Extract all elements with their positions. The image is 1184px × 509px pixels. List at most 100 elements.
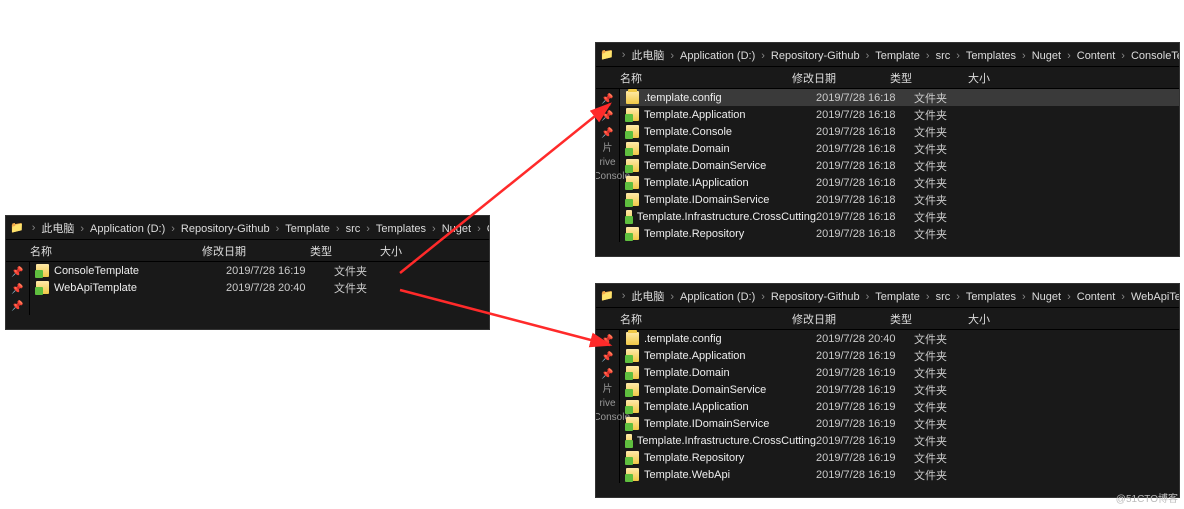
breadcrumb-segment[interactable]: src — [344, 223, 363, 235]
breadcrumb-segment[interactable]: WebApiTemplate — [1129, 291, 1180, 303]
breadcrumb-segment[interactable]: Repository-Github — [769, 291, 862, 303]
table-row[interactable]: Template.Console2019/7/28 16:18文件夹 — [620, 123, 1179, 140]
breadcrumb-segment[interactable]: src — [934, 291, 953, 303]
col-name[interactable]: 名称 — [596, 70, 786, 86]
quick-access-sidebar: 📌📌📌 — [6, 262, 30, 315]
table-row[interactable]: Template.Repository2019/7/28 16:18文件夹 — [620, 225, 1179, 242]
breadcrumb-segment[interactable]: Application (D:) — [88, 223, 167, 235]
breadcrumb-segment[interactable]: Template — [873, 291, 922, 303]
breadcrumb-segment[interactable]: Application (D:) — [678, 291, 757, 303]
col-size[interactable]: 大小 — [962, 70, 1022, 86]
breadcrumb-segment[interactable]: 此电脑 — [629, 291, 666, 303]
folder-shortcut-icon — [626, 210, 632, 223]
breadcrumb-segment[interactable]: Repository-Github — [179, 223, 272, 235]
col-date[interactable]: 修改日期 — [786, 70, 884, 86]
col-type[interactable]: 类型 — [304, 243, 374, 259]
col-type[interactable]: 类型 — [884, 70, 962, 86]
table-row[interactable]: Template.IDomainService2019/7/28 16:19文件… — [620, 415, 1179, 432]
file-list[interactable]: .template.config2019/7/28 20:40文件夹Templa… — [620, 330, 1179, 483]
table-row[interactable]: ConsoleTemplate2019/7/28 16:19文件夹 — [30, 262, 489, 279]
file-type: 文件夹 — [914, 226, 992, 242]
chevron-right-icon: › — [1063, 50, 1075, 62]
file-type: 文件夹 — [914, 382, 992, 398]
breadcrumb-items: 此电脑›Application (D:)›Repository-Github›T… — [629, 47, 1180, 63]
pin-icon: 📌 — [601, 128, 613, 139]
col-date[interactable]: 修改日期 — [196, 243, 304, 259]
file-type: 文件夹 — [914, 467, 992, 483]
table-row[interactable]: WebApiTemplate2019/7/28 20:40文件夹 — [30, 279, 489, 296]
folder-icon: 📁 — [600, 289, 614, 303]
col-date[interactable]: 修改日期 — [786, 311, 884, 327]
table-row[interactable]: .template.config2019/7/28 20:40文件夹 — [620, 330, 1179, 347]
breadcrumb-segment[interactable]: Template — [873, 50, 922, 62]
file-type: 文件夹 — [914, 399, 992, 415]
file-date: 2019/7/28 20:40 — [816, 333, 914, 345]
breadcrumb-segment[interactable]: Application (D:) — [678, 50, 757, 62]
file-date: 2019/7/28 16:19 — [816, 452, 914, 464]
table-row[interactable]: Template.DomainService2019/7/28 16:18文件夹 — [620, 157, 1179, 174]
file-name: Template.WebApi — [644, 469, 730, 481]
table-row[interactable]: Template.Domain2019/7/28 16:18文件夹 — [620, 140, 1179, 157]
breadcrumb-segment[interactable]: Nuget — [1030, 291, 1063, 303]
folder-shortcut-icon — [626, 227, 639, 240]
file-name: Template.IApplication — [644, 177, 749, 189]
folder-shortcut-icon — [626, 349, 639, 362]
col-size[interactable]: 大小 — [374, 243, 434, 259]
explorer-window-webapi-template: 📁 › 此电脑›Application (D:)›Repository-Gith… — [595, 283, 1180, 498]
file-date: 2019/7/28 16:19 — [816, 384, 914, 396]
breadcrumb-segment[interactable]: Content — [485, 223, 490, 235]
chevron-right-icon: › — [757, 291, 769, 303]
breadcrumb[interactable]: 📁 › 此电脑›Application (D:)›Repository-Gith… — [596, 284, 1179, 308]
breadcrumb-segment[interactable]: Template — [283, 223, 332, 235]
file-date: 2019/7/28 16:19 — [816, 435, 914, 447]
breadcrumb-segment[interactable]: 此电脑 — [629, 50, 666, 62]
breadcrumb-segment[interactable]: src — [934, 50, 953, 62]
file-name: Template.Repository — [644, 452, 744, 464]
file-list[interactable]: ConsoleTemplate2019/7/28 16:19文件夹WebApiT… — [30, 262, 489, 315]
column-headers[interactable]: 名称 修改日期 类型 大小 — [596, 308, 1179, 330]
table-row[interactable]: Template.IDomainService2019/7/28 16:18文件… — [620, 191, 1179, 208]
file-type: 文件夹 — [914, 158, 992, 174]
file-type: 文件夹 — [914, 416, 992, 432]
chevron-right-icon: › — [1018, 50, 1030, 62]
breadcrumb[interactable]: 📁 › 此电脑›Application (D:)›Repository-Gith… — [596, 43, 1179, 67]
table-row[interactable]: Template.Application2019/7/28 16:18文件夹 — [620, 106, 1179, 123]
breadcrumb-segment[interactable]: Templates — [964, 50, 1018, 62]
file-type: 文件夹 — [914, 90, 992, 106]
breadcrumb-segment[interactable]: Nuget — [1030, 50, 1063, 62]
col-type[interactable]: 类型 — [884, 311, 962, 327]
chevron-right-icon: › — [362, 223, 374, 235]
file-type: 文件夹 — [914, 175, 992, 191]
breadcrumb-segment[interactable]: Content — [1075, 291, 1118, 303]
column-headers[interactable]: 名称 修改日期 类型 大小 — [596, 67, 1179, 89]
breadcrumb-segment[interactable]: Templates — [374, 223, 428, 235]
breadcrumb-segment[interactable]: 此电脑 — [39, 223, 76, 235]
table-row[interactable]: Template.Repository2019/7/28 16:19文件夹 — [620, 449, 1179, 466]
folder-shortcut-icon — [626, 468, 639, 481]
table-row[interactable]: Template.Infrastructure.CrossCutting2019… — [620, 208, 1179, 225]
col-size[interactable]: 大小 — [962, 311, 1022, 327]
file-list[interactable]: .template.config2019/7/28 16:18文件夹Templa… — [620, 89, 1179, 242]
breadcrumb[interactable]: 📁 › 此电脑›Application (D:)›Repository-Gith… — [6, 216, 489, 240]
pin-icon: 📌 — [601, 111, 613, 122]
breadcrumb-segment[interactable]: Templates — [964, 291, 1018, 303]
table-row[interactable]: Template.Domain2019/7/28 16:19文件夹 — [620, 364, 1179, 381]
file-date: 2019/7/28 16:18 — [816, 126, 914, 138]
column-headers[interactable]: 名称 修改日期 类型 大小 — [6, 240, 489, 262]
file-type: 文件夹 — [334, 263, 404, 279]
breadcrumb-segment[interactable]: Nuget — [440, 223, 473, 235]
breadcrumb-segment[interactable]: Repository-Github — [769, 50, 862, 62]
col-name[interactable]: 名称 — [6, 243, 196, 259]
table-row[interactable]: .template.config2019/7/28 16:18文件夹 — [620, 89, 1179, 106]
file-type: 文件夹 — [914, 331, 992, 347]
table-row[interactable]: Template.Infrastructure.CrossCutting2019… — [620, 432, 1179, 449]
table-row[interactable]: Template.DomainService2019/7/28 16:19文件夹 — [620, 381, 1179, 398]
breadcrumb-segment[interactable]: Content — [1075, 50, 1118, 62]
folder-shortcut-icon — [626, 108, 639, 121]
table-row[interactable]: Template.WebApi2019/7/28 16:19文件夹 — [620, 466, 1179, 483]
col-name[interactable]: 名称 — [596, 311, 786, 327]
table-row[interactable]: Template.IApplication2019/7/28 16:19文件夹 — [620, 398, 1179, 415]
table-row[interactable]: Template.IApplication2019/7/28 16:18文件夹 — [620, 174, 1179, 191]
breadcrumb-segment[interactable]: ConsoleTemplate — [1129, 50, 1180, 62]
table-row[interactable]: Template.Application2019/7/28 16:19文件夹 — [620, 347, 1179, 364]
